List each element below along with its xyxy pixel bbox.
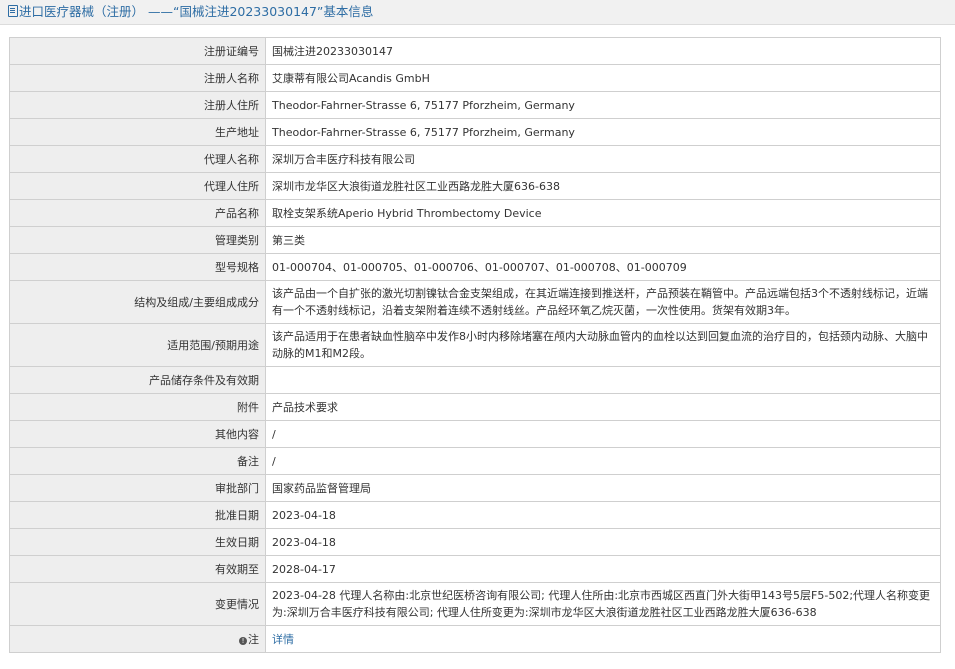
row-valid-until: 有效期至 2028-04-17 — [9, 555, 941, 583]
row-label: 注册证编号 — [9, 37, 266, 65]
row-label: 适用范围/预期用途 — [9, 323, 266, 367]
row-other-content: 其他内容 / — [9, 420, 941, 448]
row-label: 管理类别 — [9, 226, 266, 254]
row-agent-address: 代理人住所 深圳市龙华区大浪街道龙胜社区工业西路龙胜大厦636-638 — [9, 172, 941, 200]
row-value: 国家药品监督管理局 — [265, 474, 941, 502]
row-label: 备注 — [9, 447, 266, 475]
row-value: Theodor-Fahrner-Strasse 6, 75177 Pforzhe… — [265, 118, 941, 146]
row-label: 结构及组成/主要组成成分 — [9, 280, 266, 324]
info-table: 注册证编号 国械注进20233030147 注册人名称 艾康蒂有限公司Acand… — [9, 37, 941, 653]
row-intended-use: 适用范围/预期用途 该产品适用于在患者缺血性脑卒中发作8小时内移除堵塞在颅内大动… — [9, 323, 941, 367]
row-value: / — [265, 420, 941, 448]
row-agent-name: 代理人名称 深圳万合丰医疗科技有限公司 — [9, 145, 941, 173]
page-header: 进口医疗器械（注册） ——“国械注进20233030147”基本信息 — [0, 0, 955, 25]
row-value: 该产品由一个自扩张的激光切割镍钛合金支架组成，在其近端连接到推送杆，产品预装在鞘… — [265, 280, 941, 324]
row-value: 深圳市龙华区大浪街道龙胜社区工业西路龙胜大厦636-638 — [265, 172, 941, 200]
row-value: Theodor-Fahrner-Strasse 6, 75177 Pforzhe… — [265, 91, 941, 119]
row-management-category: 管理类别 第三类 — [9, 226, 941, 254]
row-label: 型号规格 — [9, 253, 266, 281]
row-label: 代理人名称 — [9, 145, 266, 173]
row-label: 附件 — [9, 393, 266, 421]
row-remarks: 备注 / — [9, 447, 941, 475]
row-value: 01-000704、01-000705、01-000706、01-000707、… — [265, 253, 941, 281]
row-note: ! 注 详情 — [9, 625, 941, 653]
row-value: / — [265, 447, 941, 475]
row-value: 2023-04-18 — [265, 501, 941, 529]
row-label: 代理人住所 — [9, 172, 266, 200]
row-registration-number: 注册证编号 国械注进20233030147 — [9, 37, 941, 65]
page-title: 进口医疗器械（注册） ——“国械注进20233030147”基本信息 — [19, 4, 374, 19]
row-value: 该产品适用于在患者缺血性脑卒中发作8小时内移除堵塞在颅内大动脉血管内的血栓以达到… — [265, 323, 941, 367]
row-production-address: 生产地址 Theodor-Fahrner-Strasse 6, 75177 Pf… — [9, 118, 941, 146]
row-value: 2023-04-28 代理人名称由:北京世纪医桥咨询有限公司; 代理人住所由:北… — [265, 582, 941, 626]
row-value: 取栓支架系统Aperio Hybrid Thrombectomy Device — [265, 199, 941, 227]
row-value: 深圳万合丰医疗科技有限公司 — [265, 145, 941, 173]
row-value: 第三类 — [265, 226, 941, 254]
row-approval-date: 批准日期 2023-04-18 — [9, 501, 941, 529]
row-label: 注册人名称 — [9, 64, 266, 92]
row-label: 审批部门 — [9, 474, 266, 502]
row-approval-department: 审批部门 国家药品监督管理局 — [9, 474, 941, 502]
warning-icon: ! — [239, 636, 247, 645]
row-storage-conditions: 产品储存条件及有效期 — [9, 366, 941, 394]
row-model-spec: 型号规格 01-000704、01-000705、01-000706、01-00… — [9, 253, 941, 281]
row-product-name: 产品名称 取栓支架系统Aperio Hybrid Thrombectomy De… — [9, 199, 941, 227]
row-label: 产品储存条件及有效期 — [9, 366, 266, 394]
row-label: 生效日期 — [9, 528, 266, 556]
row-value: 2023-04-18 — [265, 528, 941, 556]
row-change-history: 变更情况 2023-04-28 代理人名称由:北京世纪医桥咨询有限公司; 代理人… — [9, 582, 941, 626]
row-value: 产品技术要求 — [265, 393, 941, 421]
row-value — [265, 366, 941, 394]
row-structure-composition: 结构及组成/主要组成成分 该产品由一个自扩张的激光切割镍钛合金支架组成，在其近端… — [9, 280, 941, 324]
info-table-container: 注册证编号 国械注进20233030147 注册人名称 艾康蒂有限公司Acand… — [0, 25, 955, 653]
row-registrant-name: 注册人名称 艾康蒂有限公司Acandis GmbH — [9, 64, 941, 92]
document-icon — [8, 5, 18, 17]
row-label: 生产地址 — [9, 118, 266, 146]
row-label: 有效期至 — [9, 555, 266, 583]
row-label: ! 注 — [9, 625, 266, 653]
row-value: 详情 — [265, 625, 941, 653]
row-value: 艾康蒂有限公司Acandis GmbH — [265, 64, 941, 92]
row-label: 产品名称 — [9, 199, 266, 227]
row-attachment: 附件 产品技术要求 — [9, 393, 941, 421]
row-effective-date: 生效日期 2023-04-18 — [9, 528, 941, 556]
details-link[interactable]: 详情 — [272, 633, 294, 646]
row-label: 其他内容 — [9, 420, 266, 448]
row-registrant-address: 注册人住所 Theodor-Fahrner-Strasse 6, 75177 P… — [9, 91, 941, 119]
row-label: 批准日期 — [9, 501, 266, 529]
row-label: 注册人住所 — [9, 91, 266, 119]
row-label: 变更情况 — [9, 582, 266, 626]
row-value: 2028-04-17 — [265, 555, 941, 583]
note-label: 注 — [248, 632, 259, 646]
row-value: 国械注进20233030147 — [265, 37, 941, 65]
